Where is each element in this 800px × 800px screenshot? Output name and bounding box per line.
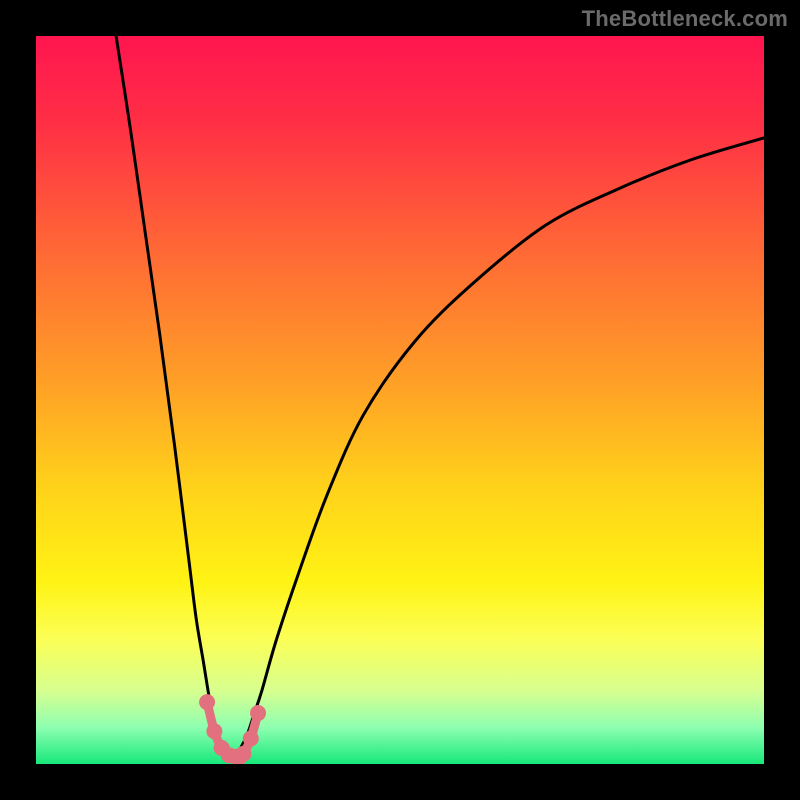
valley-marker (206, 723, 222, 739)
valley-marker (250, 705, 266, 721)
bottleneck-chart (36, 36, 764, 764)
valley-marker (235, 746, 251, 762)
chart-stage: TheBottleneck.com (0, 0, 800, 800)
valley-marker (199, 694, 215, 710)
plot-background (36, 36, 764, 764)
watermark-text: TheBottleneck.com (582, 6, 788, 32)
valley-marker (243, 731, 259, 747)
